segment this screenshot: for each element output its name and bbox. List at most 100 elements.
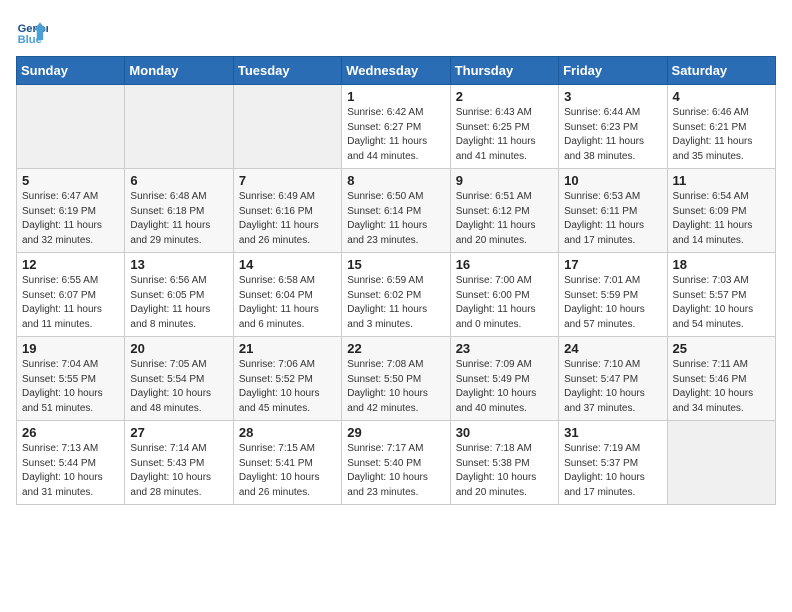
day-info: Sunrise: 6:46 AM Sunset: 6:21 PM Dayligh… <box>673 106 770 164</box>
day-number: 9 <box>456 173 553 188</box>
day-info: Sunrise: 7:14 AM Sunset: 5:43 PM Dayligh… <box>130 442 227 500</box>
calendar-cell: 28 Sunrise: 7:15 AM Sunset: 5:41 PM Dayli… <box>233 421 341 505</box>
day-info: Sunrise: 7:10 AM Sunset: 5:47 PM Dayligh… <box>564 358 661 416</box>
day-number: 7 <box>239 173 336 188</box>
calendar-cell: 3 Sunrise: 6:44 AM Sunset: 6:23 PM Daylig… <box>559 85 667 169</box>
day-info: Sunrise: 6:42 AM Sunset: 6:27 PM Dayligh… <box>347 106 444 164</box>
day-info: Sunrise: 7:13 AM Sunset: 5:44 PM Dayligh… <box>22 442 119 500</box>
calendar-cell: 10Sunrise: 6:53 AM Sunset: 6:11 PM Dayli… <box>559 169 667 253</box>
calendar-table: SundayMondayTuesdayWednesdayThursdayFrid… <box>16 56 776 505</box>
day-number: 23 <box>456 341 553 356</box>
calendar-cell: 13 Sunrise: 6:56 AM Sunset: 6:05 PM Dayli… <box>125 253 233 337</box>
calendar-cell: 23 Sunrise: 7:09 AM Sunset: 5:49 PM Dayli… <box>450 337 558 421</box>
day-number: 6 <box>130 173 227 188</box>
calendar-cell: 26 Sunrise: 7:13 AM Sunset: 5:44 PM Dayli… <box>17 421 125 505</box>
weekday-header: Sunday <box>17 57 125 85</box>
calendar-cell: 29 Sunrise: 7:17 AM Sunset: 5:40 PM Dayli… <box>342 421 450 505</box>
calendar-cell: 21 Sunrise: 7:06 AM Sunset: 5:52 PM Dayli… <box>233 337 341 421</box>
calendar-cell: 25 Sunrise: 7:11 AM Sunset: 5:46 PM Dayli… <box>667 337 775 421</box>
calendar-cell: 8 Sunrise: 6:50 AM Sunset: 6:14 PM Daylig… <box>342 169 450 253</box>
calendar-cell: 18Sunrise: 7:03 AM Sunset: 5:57 PM Dayli… <box>667 253 775 337</box>
calendar-cell: 9 Sunrise: 6:51 AM Sunset: 6:12 PM Daylig… <box>450 169 558 253</box>
calendar-week-row: 26 Sunrise: 7:13 AM Sunset: 5:44 PM Dayli… <box>17 421 776 505</box>
day-info: Sunrise: 6:53 AM Sunset: 6:11 PM Dayligh… <box>564 190 661 248</box>
day-number: 21 <box>239 341 336 356</box>
day-number: 11 <box>673 173 770 188</box>
calendar-cell: 19Sunrise: 7:04 AM Sunset: 5:55 PM Dayli… <box>17 337 125 421</box>
day-info: Sunrise: 6:50 AM Sunset: 6:14 PM Dayligh… <box>347 190 444 248</box>
day-info: Sunrise: 7:04 AM Sunset: 5:55 PM Dayligh… <box>22 358 119 416</box>
day-info: Sunrise: 7:05 AM Sunset: 5:54 PM Dayligh… <box>130 358 227 416</box>
day-number: 13 <box>130 257 227 272</box>
calendar-cell: 12 Sunrise: 6:55 AM Sunset: 6:07 PM Dayli… <box>17 253 125 337</box>
calendar-header-row: SundayMondayTuesdayWednesdayThursdayFrid… <box>17 57 776 85</box>
calendar-cell: 6 Sunrise: 6:48 AM Sunset: 6:18 PM Daylig… <box>125 169 233 253</box>
calendar-week-row: 1 Sunrise: 6:42 AM Sunset: 6:27 PM Daylig… <box>17 85 776 169</box>
calendar-cell <box>17 85 125 169</box>
calendar-cell: 7 Sunrise: 6:49 AM Sunset: 6:16 PM Daylig… <box>233 169 341 253</box>
day-number: 4 <box>673 89 770 104</box>
day-number: 18 <box>673 257 770 272</box>
calendar-cell: 16Sunrise: 7:00 AM Sunset: 6:00 PM Dayli… <box>450 253 558 337</box>
day-number: 5 <box>22 173 119 188</box>
day-info: Sunrise: 7:06 AM Sunset: 5:52 PM Dayligh… <box>239 358 336 416</box>
day-number: 26 <box>22 425 119 440</box>
day-info: Sunrise: 6:43 AM Sunset: 6:25 PM Dayligh… <box>456 106 553 164</box>
calendar-cell: 11 Sunrise: 6:54 AM Sunset: 6:09 PM Dayli… <box>667 169 775 253</box>
day-info: Sunrise: 7:00 AM Sunset: 6:00 PM Dayligh… <box>456 274 553 332</box>
day-number: 8 <box>347 173 444 188</box>
calendar-cell: 27 Sunrise: 7:14 AM Sunset: 5:43 PM Dayli… <box>125 421 233 505</box>
day-info: Sunrise: 6:47 AM Sunset: 6:19 PM Dayligh… <box>22 190 119 248</box>
day-info: Sunrise: 6:49 AM Sunset: 6:16 PM Dayligh… <box>239 190 336 248</box>
day-info: Sunrise: 6:58 AM Sunset: 6:04 PM Dayligh… <box>239 274 336 332</box>
day-number: 12 <box>22 257 119 272</box>
day-info: Sunrise: 6:48 AM Sunset: 6:18 PM Dayligh… <box>130 190 227 248</box>
calendar-cell: 1 Sunrise: 6:42 AM Sunset: 6:27 PM Daylig… <box>342 85 450 169</box>
weekday-header: Thursday <box>450 57 558 85</box>
day-number: 29 <box>347 425 444 440</box>
calendar-cell: 2 Sunrise: 6:43 AM Sunset: 6:25 PM Daylig… <box>450 85 558 169</box>
day-info: Sunrise: 7:19 AM Sunset: 5:37 PM Dayligh… <box>564 442 661 500</box>
day-number: 30 <box>456 425 553 440</box>
day-info: Sunrise: 7:17 AM Sunset: 5:40 PM Dayligh… <box>347 442 444 500</box>
calendar-cell: 20 Sunrise: 7:05 AM Sunset: 5:54 PM Dayli… <box>125 337 233 421</box>
day-info: Sunrise: 7:08 AM Sunset: 5:50 PM Dayligh… <box>347 358 444 416</box>
day-number: 20 <box>130 341 227 356</box>
day-number: 28 <box>239 425 336 440</box>
calendar-week-row: 5 Sunrise: 6:47 AM Sunset: 6:19 PM Daylig… <box>17 169 776 253</box>
day-info: Sunrise: 6:51 AM Sunset: 6:12 PM Dayligh… <box>456 190 553 248</box>
weekday-header: Saturday <box>667 57 775 85</box>
calendar-cell: 30 Sunrise: 7:18 AM Sunset: 5:38 PM Dayli… <box>450 421 558 505</box>
day-number: 1 <box>347 89 444 104</box>
day-number: 22 <box>347 341 444 356</box>
calendar-cell <box>125 85 233 169</box>
weekday-header: Friday <box>559 57 667 85</box>
day-info: Sunrise: 7:11 AM Sunset: 5:46 PM Dayligh… <box>673 358 770 416</box>
calendar-cell <box>233 85 341 169</box>
day-number: 3 <box>564 89 661 104</box>
calendar-cell: 15Sunrise: 6:59 AM Sunset: 6:02 PM Dayli… <box>342 253 450 337</box>
day-info: Sunrise: 7:15 AM Sunset: 5:41 PM Dayligh… <box>239 442 336 500</box>
logo-icon: General Blue <box>16 16 48 48</box>
day-number: 31 <box>564 425 661 440</box>
day-info: Sunrise: 6:55 AM Sunset: 6:07 PM Dayligh… <box>22 274 119 332</box>
calendar-week-row: 12 Sunrise: 6:55 AM Sunset: 6:07 PM Dayli… <box>17 253 776 337</box>
logo: General Blue <box>16 16 52 48</box>
day-info: Sunrise: 7:01 AM Sunset: 5:59 PM Dayligh… <box>564 274 661 332</box>
day-info: Sunrise: 6:54 AM Sunset: 6:09 PM Dayligh… <box>673 190 770 248</box>
calendar-cell: 14Sunrise: 6:58 AM Sunset: 6:04 PM Dayli… <box>233 253 341 337</box>
calendar-cell: 5 Sunrise: 6:47 AM Sunset: 6:19 PM Daylig… <box>17 169 125 253</box>
day-info: Sunrise: 6:56 AM Sunset: 6:05 PM Dayligh… <box>130 274 227 332</box>
calendar-cell <box>667 421 775 505</box>
weekday-header: Wednesday <box>342 57 450 85</box>
day-info: Sunrise: 7:18 AM Sunset: 5:38 PM Dayligh… <box>456 442 553 500</box>
day-number: 25 <box>673 341 770 356</box>
weekday-header: Monday <box>125 57 233 85</box>
day-info: Sunrise: 7:09 AM Sunset: 5:49 PM Dayligh… <box>456 358 553 416</box>
day-info: Sunrise: 6:44 AM Sunset: 6:23 PM Dayligh… <box>564 106 661 164</box>
day-number: 2 <box>456 89 553 104</box>
calendar-week-row: 19Sunrise: 7:04 AM Sunset: 5:55 PM Dayli… <box>17 337 776 421</box>
day-info: Sunrise: 6:59 AM Sunset: 6:02 PM Dayligh… <box>347 274 444 332</box>
day-number: 27 <box>130 425 227 440</box>
calendar-cell: 22 Sunrise: 7:08 AM Sunset: 5:50 PM Dayli… <box>342 337 450 421</box>
